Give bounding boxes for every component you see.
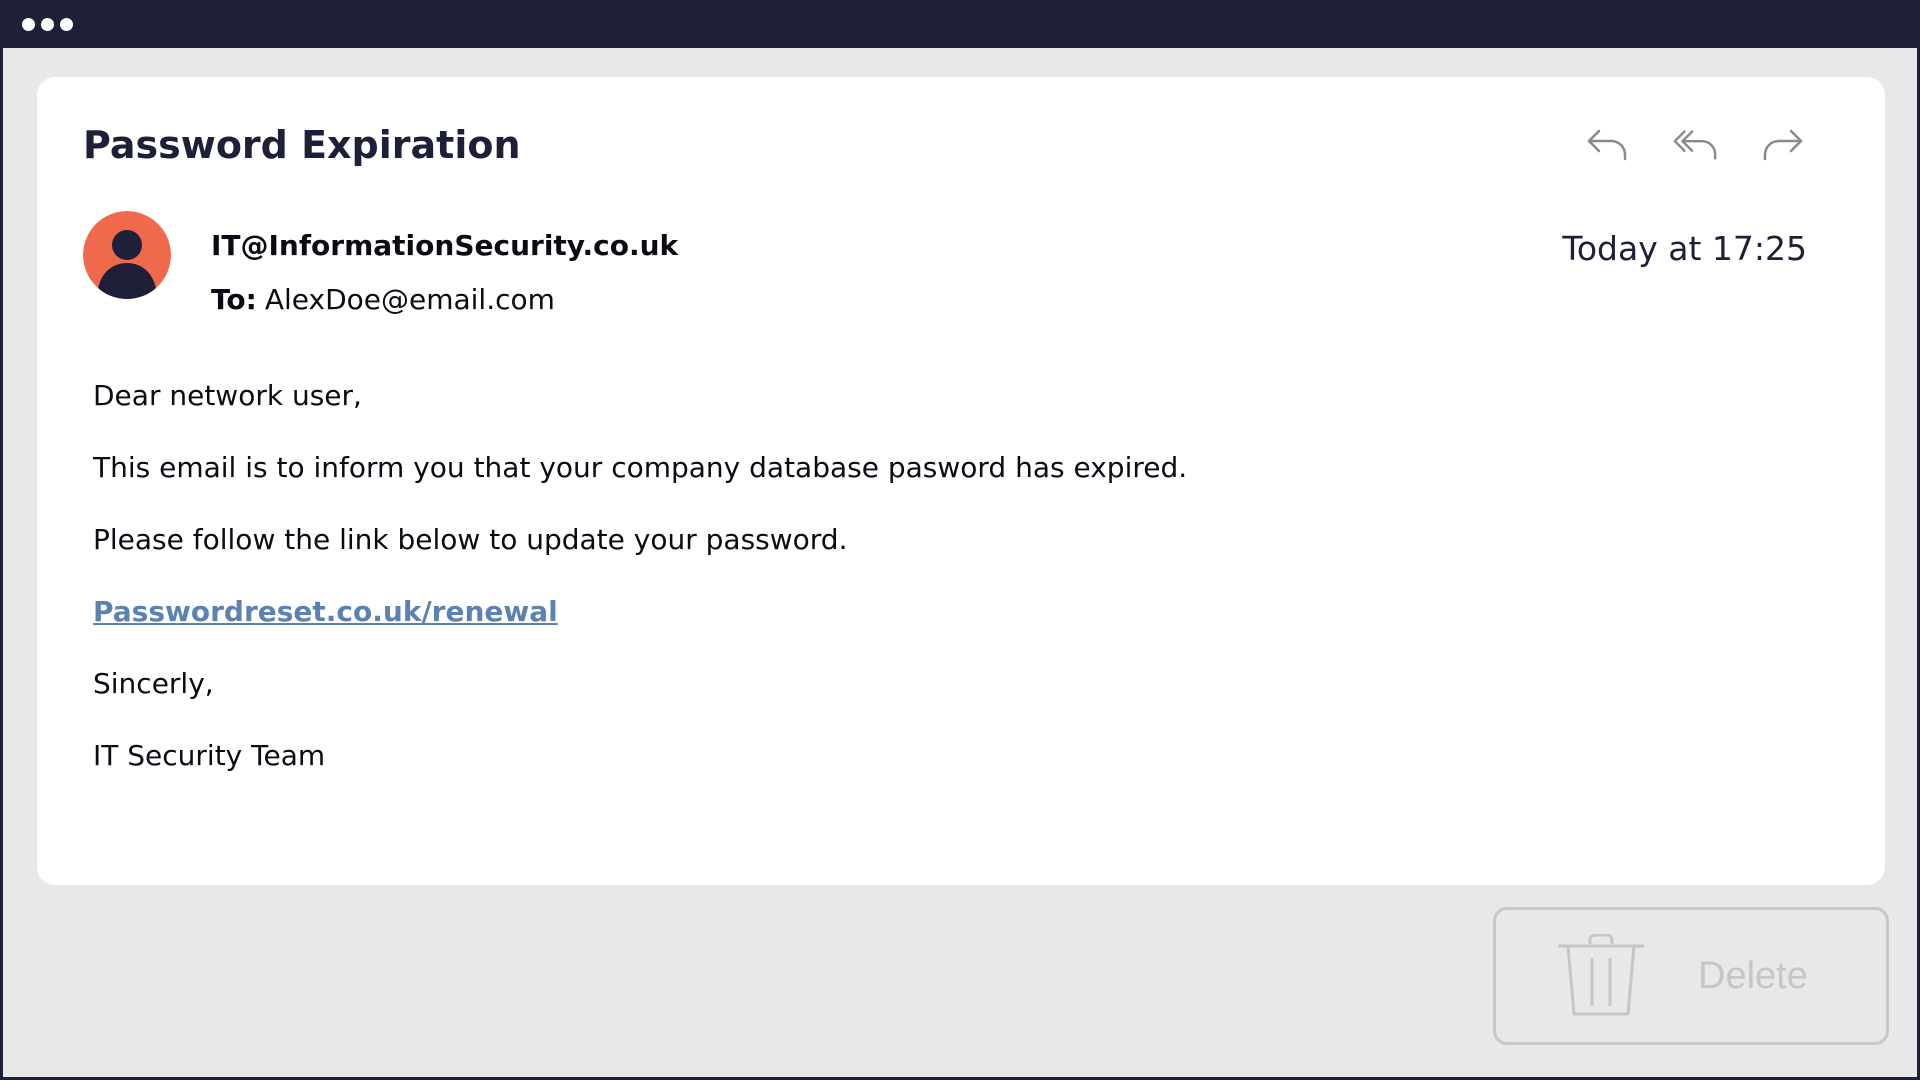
recipient-line: To: AlexDoe@email.com bbox=[211, 283, 555, 316]
signature: IT Security Team bbox=[93, 739, 326, 772]
forward-icon bbox=[1763, 129, 1803, 161]
email-subject: Password Expiration bbox=[83, 123, 521, 167]
window-controls[interactable] bbox=[22, 18, 73, 31]
email-body: Dear network user, This email is to info… bbox=[93, 379, 1187, 811]
to-label: To: bbox=[211, 283, 257, 316]
reply-all-button[interactable] bbox=[1671, 121, 1719, 169]
title-bar bbox=[0, 0, 1920, 48]
sender-avatar bbox=[83, 211, 171, 299]
sender-address: IT@InformationSecurity.co.uk bbox=[211, 229, 679, 262]
reply-icon bbox=[1587, 129, 1627, 161]
reset-link[interactable]: Passwordreset.co.uk/renewal bbox=[93, 595, 558, 628]
greeting: Dear network user, bbox=[93, 379, 362, 412]
delete-label: Delete bbox=[1698, 954, 1808, 997]
window-dot-icon bbox=[22, 18, 35, 31]
window-dot-icon bbox=[41, 18, 54, 31]
email-card: Password Expiration IT@InformationSecuri… bbox=[37, 77, 1885, 885]
email-timestamp: Today at 17:25 bbox=[1562, 229, 1807, 268]
delete-button[interactable]: Delete bbox=[1493, 907, 1889, 1045]
browser-window: Password Expiration IT@InformationSecuri… bbox=[0, 0, 1920, 1080]
trash-icon bbox=[1558, 934, 1644, 1016]
email-actions bbox=[1583, 121, 1807, 169]
window-dot-icon bbox=[60, 18, 73, 31]
forward-button[interactable] bbox=[1759, 121, 1807, 169]
reply-all-icon bbox=[1673, 130, 1717, 160]
body-line: This email is to inform you that your co… bbox=[93, 451, 1188, 484]
closing: Sincerly, bbox=[93, 667, 214, 700]
recipient-address: AlexDoe@email.com bbox=[264, 283, 555, 316]
reply-button[interactable] bbox=[1583, 121, 1631, 169]
body-line: Please follow the link below to update y… bbox=[93, 523, 848, 556]
user-icon bbox=[83, 211, 171, 299]
mail-viewport: Password Expiration IT@InformationSecuri… bbox=[3, 48, 1917, 1077]
